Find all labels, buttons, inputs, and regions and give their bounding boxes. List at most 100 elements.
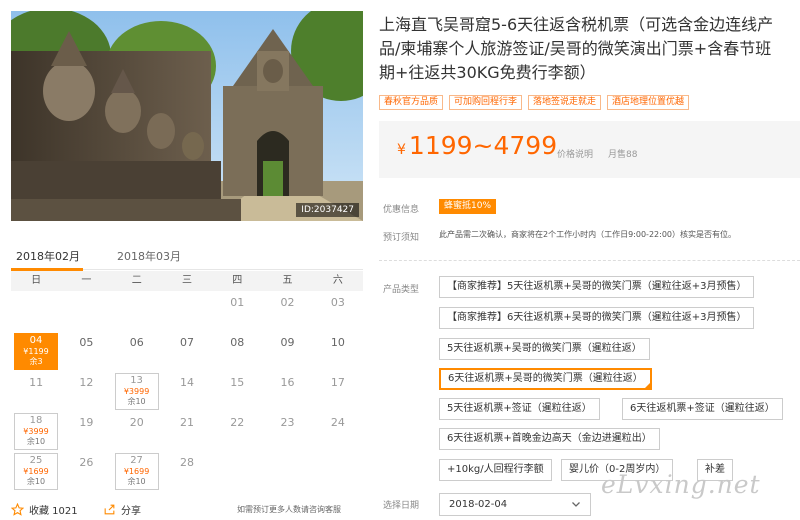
favorite-button[interactable]: 收藏 1021 [11,502,78,517]
calendar-empty-cell [162,291,212,331]
option-button[interactable]: 6天往返机票+签证（暹粒往返） [622,398,783,420]
calendar-empty-cell [61,291,111,331]
weekday-thu: 四 [232,275,243,286]
calendar-day: 28 [162,451,212,491]
price-explanation-link[interactable]: 价格说明 [557,147,593,160]
day-remaining: 余10 [26,477,46,486]
price-amount: 1199~4799 [408,131,558,160]
product-tags: 春秋官方品质 可加购回程行李 落地签说走就走 酒店地理位置优越 [379,95,695,110]
day-number: 09 [280,336,295,349]
share-icon [104,504,115,515]
day-price: ¥1699 [23,467,49,476]
weekday-tue: 二 [131,275,142,286]
calendar-day: 22 [212,411,262,451]
day-price: ¥3999 [23,427,49,436]
tag: 春秋官方品质 [379,95,444,110]
calendar-day: 09 [262,331,312,371]
calendar-day: 17 [313,371,363,411]
day-number: 14 [179,376,194,389]
calendar-day: 10 [313,331,363,371]
calendar-week: 11 12 13 ¥3999 余10 14 15 16 17 [11,371,363,411]
calendar-day: 11 [11,371,61,411]
day-number: 08 [230,336,245,349]
calendar-week: 18 ¥3999 余10 19 20 21 22 23 24 [11,411,363,451]
photo-footer: 收藏 1021 分享 如需预订更多人数请咨询客服 [11,500,371,518]
day-number: 20 [129,416,144,429]
day-number: 15 [230,376,245,389]
calendar-grid: 01 02 03 04 ¥1199 余3 05 06 07 08 09 10 1… [11,291,363,491]
selected-day-box[interactable]: 04 ¥1199 余3 [14,333,58,370]
day-number: 13 [130,375,143,386]
product-title: 上海直飞吴哥窟5-6天往返含税机票（可选含金边连线产 品/柬埔寨个人旅游签证/吴… [379,13,800,85]
day-remaining: 余10 [26,437,46,446]
day-number: 06 [129,336,144,349]
option-button[interactable]: +10kg/人回程行李额 [439,459,552,481]
option-button[interactable]: 【商家推荐】6天往返机票+吴哥的微笑门票（暹粒往返+3月预售） [439,307,755,329]
day-box[interactable]: 13 ¥3999 余10 [114,373,159,410]
calendar-day: 14 [162,371,212,411]
day-box[interactable]: 27 ¥1699 余10 [114,453,159,490]
weekday-mon: 一 [81,275,92,286]
day-number: 04 [29,335,43,346]
day-number: 17 [330,376,345,389]
calendar-day: 07 [162,331,212,371]
tab-month-mar[interactable]: 2018年03月 [117,248,181,264]
day-number: 23 [280,416,295,429]
day-number: 25 [29,455,43,466]
monthly-sales: 月售88 [608,150,638,160]
month-tabs: 2018年02月 2018年03月 [11,246,363,271]
day-price: ¥3999 [123,387,150,396]
calendar-day-available[interactable]: 27 ¥1699 余10 [112,451,162,491]
day-number: 22 [230,416,245,429]
day-number: 19 [79,416,94,429]
calendar-day-available[interactable]: 18 ¥3999 余10 [11,411,61,451]
price-range: ¥1199~4799 [397,131,557,160]
day-number: 07 [179,336,194,349]
day-number: 28 [179,456,194,469]
favorite-count: 收藏 1021 [29,506,78,517]
day-remaining: 余10 [127,477,146,486]
option-button-selected[interactable]: 6天往返机票+吴哥的微笑门票（暹粒往返） [439,368,652,390]
day-number: 24 [330,416,345,429]
day-price: ¥1699 [123,467,150,476]
product-photo[interactable]: ID:2037427 [11,11,363,221]
calendar-day: 02 [262,291,312,331]
day-remaining: 余10 [127,397,146,406]
day-number: 27 [130,455,143,466]
day-box[interactable]: 18 ¥3999 余10 [14,413,58,450]
day-number: 02 [280,296,295,309]
calendar-day: 06 [112,331,162,371]
calendar-day: 08 [212,331,262,371]
calendar-day-available[interactable]: 04 ¥1199 余3 [11,331,61,371]
group-booking-note[interactable]: 如需预订更多人数请咨询客服 [237,504,341,515]
day-box[interactable]: 25 ¥1699 余10 [14,453,58,490]
option-button[interactable]: 【商家推荐】5天往返机票+吴哥的微笑门票（暹粒往返+3月预售） [439,276,755,298]
calendar-day: 24 [313,411,363,451]
option-button[interactable]: 6天往返机票+首晚金边高天（金边进暹粒出） [439,428,660,450]
calendar-day: 12 [61,371,111,411]
calendar-day: 15 [212,371,262,411]
tag: 落地签说走就走 [528,95,602,110]
date-select[interactable]: 2018-02-04 [439,493,591,516]
day-price: ¥1199 [23,347,49,356]
tab-month-feb[interactable]: 2018年02月 [16,248,80,264]
date-value: 2018-02-04 [449,499,508,510]
product-title-line: 期+往返共30KG免费行李额） [379,63,596,82]
weekday-sat: 六 [332,275,343,286]
day-remaining: 余3 [29,357,43,366]
date-label: 选择日期 [383,501,420,511]
notice-text: 此产品需二次确认，商家将在2个工作小时内（工作日9:00-22:00）核实是否有… [439,230,736,239]
calendar-day-available[interactable]: 25 ¥1699 余10 [11,451,61,491]
calendar-day: 19 [61,411,111,451]
share-label: 分享 [121,506,141,517]
option-button[interactable]: 5天往返机票+签证（暹粒往返） [439,398,600,420]
day-number: 12 [79,376,94,389]
calendar-empty-cell [212,451,262,491]
option-button[interactable]: 5天往返机票+吴哥的微笑门票（暹粒往返） [439,338,650,360]
calendar-day-available[interactable]: 13 ¥3999 余10 [112,371,162,411]
price-currency: ¥ [397,142,406,158]
chevron-down-icon [572,502,580,507]
angkor-gate-image [11,11,363,221]
share-button[interactable]: 分享 [103,502,141,517]
product-page: ID:2037427 2018年02月 2018年03月 日 一 二 三 四 五… [0,0,800,520]
